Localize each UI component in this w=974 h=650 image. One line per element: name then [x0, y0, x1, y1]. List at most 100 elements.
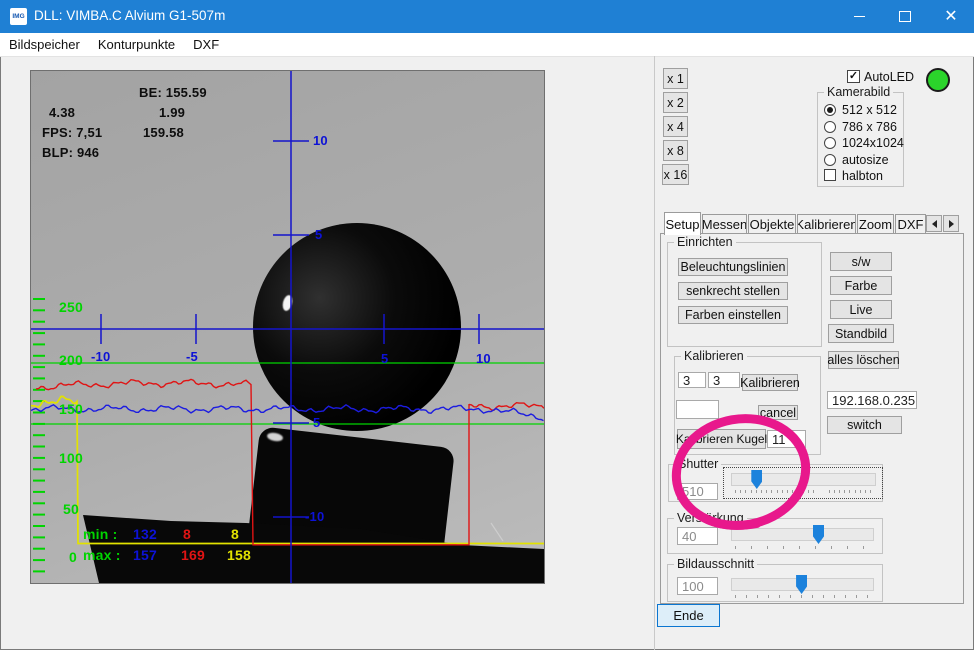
- senkrecht-stellen-button[interactable]: senkrecht stellen: [678, 282, 788, 300]
- stats-min-red: 8: [183, 526, 191, 542]
- live-button[interactable]: Live: [830, 300, 892, 319]
- tab-scroll-right-button[interactable]: [943, 215, 959, 232]
- kugel-value-input[interactable]: 11: [767, 430, 806, 448]
- menu-bar: Bildspeicher Konturpunkte DXF: [0, 33, 974, 57]
- farben-einstellen-button[interactable]: Farben einstellen: [678, 306, 788, 324]
- shutter-slider[interactable]: [731, 473, 876, 486]
- verstaerkung-value-input[interactable]: 40: [677, 527, 718, 545]
- vaxis-label-neg10: -10: [305, 509, 324, 524]
- halbton-label: halbton: [842, 169, 883, 183]
- scale-label-0: 0: [69, 549, 77, 565]
- camera-image-view[interactable]: BE: 155.59 4.38 1.99 FPS: 7,51 159.58 BL…: [30, 70, 545, 584]
- kalibrieren-input-1[interactable]: 3: [678, 372, 706, 388]
- window-title: DLL: VIMBA.C Alvium G1-507m: [34, 8, 225, 23]
- tab-scroll-left-button[interactable]: [926, 215, 942, 232]
- menu-konturpunkte[interactable]: Konturpunkte: [89, 37, 184, 52]
- stats-max-yellow: 158: [227, 547, 251, 563]
- title-bar: IMG DLL: VIMBA.C Alvium G1-507m ✕: [0, 0, 974, 33]
- switch-button[interactable]: switch: [827, 416, 902, 434]
- app-window: IMG DLL: VIMBA.C Alvium G1-507m ✕ Bildsp…: [0, 0, 974, 650]
- radio-1024x1024[interactable]: [824, 137, 836, 149]
- stats-min-label: min :: [83, 526, 117, 542]
- tab-messen[interactable]: Messen: [702, 214, 747, 233]
- bildausschnitt-slider[interactable]: [731, 578, 874, 591]
- stats-max-label: max :: [83, 547, 121, 563]
- ende-button[interactable]: Ende: [657, 604, 720, 627]
- overlay-value-1: 4.38: [49, 105, 75, 120]
- app-icon: IMG: [10, 8, 27, 25]
- beleuchtungslinien-button[interactable]: Beleuchtungslinien: [678, 258, 788, 276]
- radio-512x512[interactable]: [824, 104, 836, 116]
- sw-button[interactable]: s/w: [830, 252, 892, 271]
- tab-zoom[interactable]: Zoom: [857, 214, 894, 233]
- menu-dxf[interactable]: DXF: [184, 37, 228, 52]
- zoom-x16-button[interactable]: x 16: [662, 164, 689, 185]
- shutter-value-input[interactable]: 510: [677, 483, 718, 500]
- shutter-slider-ticks: [731, 490, 876, 494]
- chevron-left-icon: [932, 220, 937, 228]
- vaxis-label-10: 10: [313, 133, 328, 148]
- kalibrieren-kugel-button[interactable]: Kalibrieren Kugel: [677, 429, 766, 449]
- zoom-x4-button[interactable]: x 4: [663, 116, 688, 137]
- tab-setup[interactable]: Setup: [664, 212, 701, 235]
- radio-786x786[interactable]: [824, 121, 836, 133]
- chevron-right-icon: [949, 220, 954, 228]
- radio-786x786-label: 786 x 786: [842, 120, 897, 134]
- kalibrieren-input-3[interactable]: [676, 400, 719, 419]
- halbton-checkbox[interactable]: [824, 169, 836, 181]
- radio-autosize[interactable]: [824, 154, 836, 166]
- tab-dxf[interactable]: DXF: [895, 214, 926, 233]
- minimize-button[interactable]: [836, 0, 882, 33]
- maximize-icon: [899, 11, 911, 22]
- haxis-label-neg10: -10: [91, 349, 110, 364]
- zoom-x2-button[interactable]: x 2: [663, 92, 688, 113]
- bildausschnitt-group-label: Bildausschnitt: [674, 557, 757, 571]
- zoom-x1-button[interactable]: x 1: [663, 68, 688, 89]
- scale-label-150: 150: [59, 401, 83, 417]
- radio-autosize-label: autosize: [842, 153, 889, 167]
- close-icon: ✕: [944, 9, 957, 25]
- shutter-group-label: Shutter: [675, 457, 721, 471]
- stats-max-blue: 157: [133, 547, 157, 563]
- bildausschnitt-value-input[interactable]: 100: [677, 577, 718, 595]
- verstaerkung-group-label: Verstärkung: [674, 511, 747, 525]
- led-status-indicator: [926, 68, 950, 92]
- stats-min-yellow: 8: [231, 526, 239, 542]
- scale-label-200: 200: [59, 352, 83, 368]
- autoled-label: AutoLED: [864, 70, 914, 84]
- overlay-blp: BLP: 946: [42, 145, 99, 160]
- verstaerkung-slider[interactable]: [731, 528, 874, 541]
- tab-kalibrieren[interactable]: Kalibrieren: [797, 214, 856, 233]
- overlay-value-2: 1.99: [159, 105, 185, 120]
- close-button[interactable]: ✕: [928, 0, 974, 33]
- overlay-value-3: 159.58: [143, 125, 184, 140]
- menu-bildspeicher[interactable]: Bildspeicher: [0, 37, 89, 52]
- kalibrieren-input-2[interactable]: 3: [708, 372, 740, 388]
- zoom-x8-button[interactable]: x 8: [663, 140, 688, 161]
- scale-label-250: 250: [59, 299, 83, 315]
- cancel-button[interactable]: cancel: [758, 405, 798, 420]
- bildausschnitt-slider-ticks: [731, 595, 874, 599]
- kamerabild-group-label: Kamerabild: [824, 85, 893, 99]
- ip-address-input[interactable]: 192.168.0.235: [827, 391, 917, 409]
- tab-objekte[interactable]: Objekte: [748, 214, 796, 233]
- farbe-button[interactable]: Farbe: [830, 276, 892, 295]
- measurement-overlay: [31, 71, 544, 584]
- autoled-checkbox[interactable]: ✓: [847, 70, 860, 83]
- radio-512x512-label: 512 x 512: [842, 103, 897, 117]
- stats-max-red: 169: [181, 547, 205, 563]
- maximize-button[interactable]: [882, 0, 928, 33]
- standbild-button[interactable]: Standbild: [828, 324, 894, 343]
- haxis-label-10: 10: [476, 351, 491, 366]
- overlay-be-value: BE: 155.59: [139, 85, 207, 100]
- scale-label-50: 50: [63, 501, 79, 517]
- vaxis-label-neg5: 5: [313, 415, 320, 430]
- alles-loeschen-button[interactable]: alles löschen: [828, 351, 899, 369]
- overlay-fps: FPS: 7,51: [42, 125, 102, 140]
- kalibrieren-button[interactable]: Kalibrieren: [742, 374, 798, 391]
- einrichten-group-label: Einrichten: [674, 235, 736, 249]
- minimize-icon: [854, 16, 865, 17]
- haxis-label-neg5: -5: [186, 349, 198, 364]
- kalibrieren-group-label: Kalibrieren: [681, 349, 747, 363]
- stats-min-blue: 132: [133, 526, 157, 542]
